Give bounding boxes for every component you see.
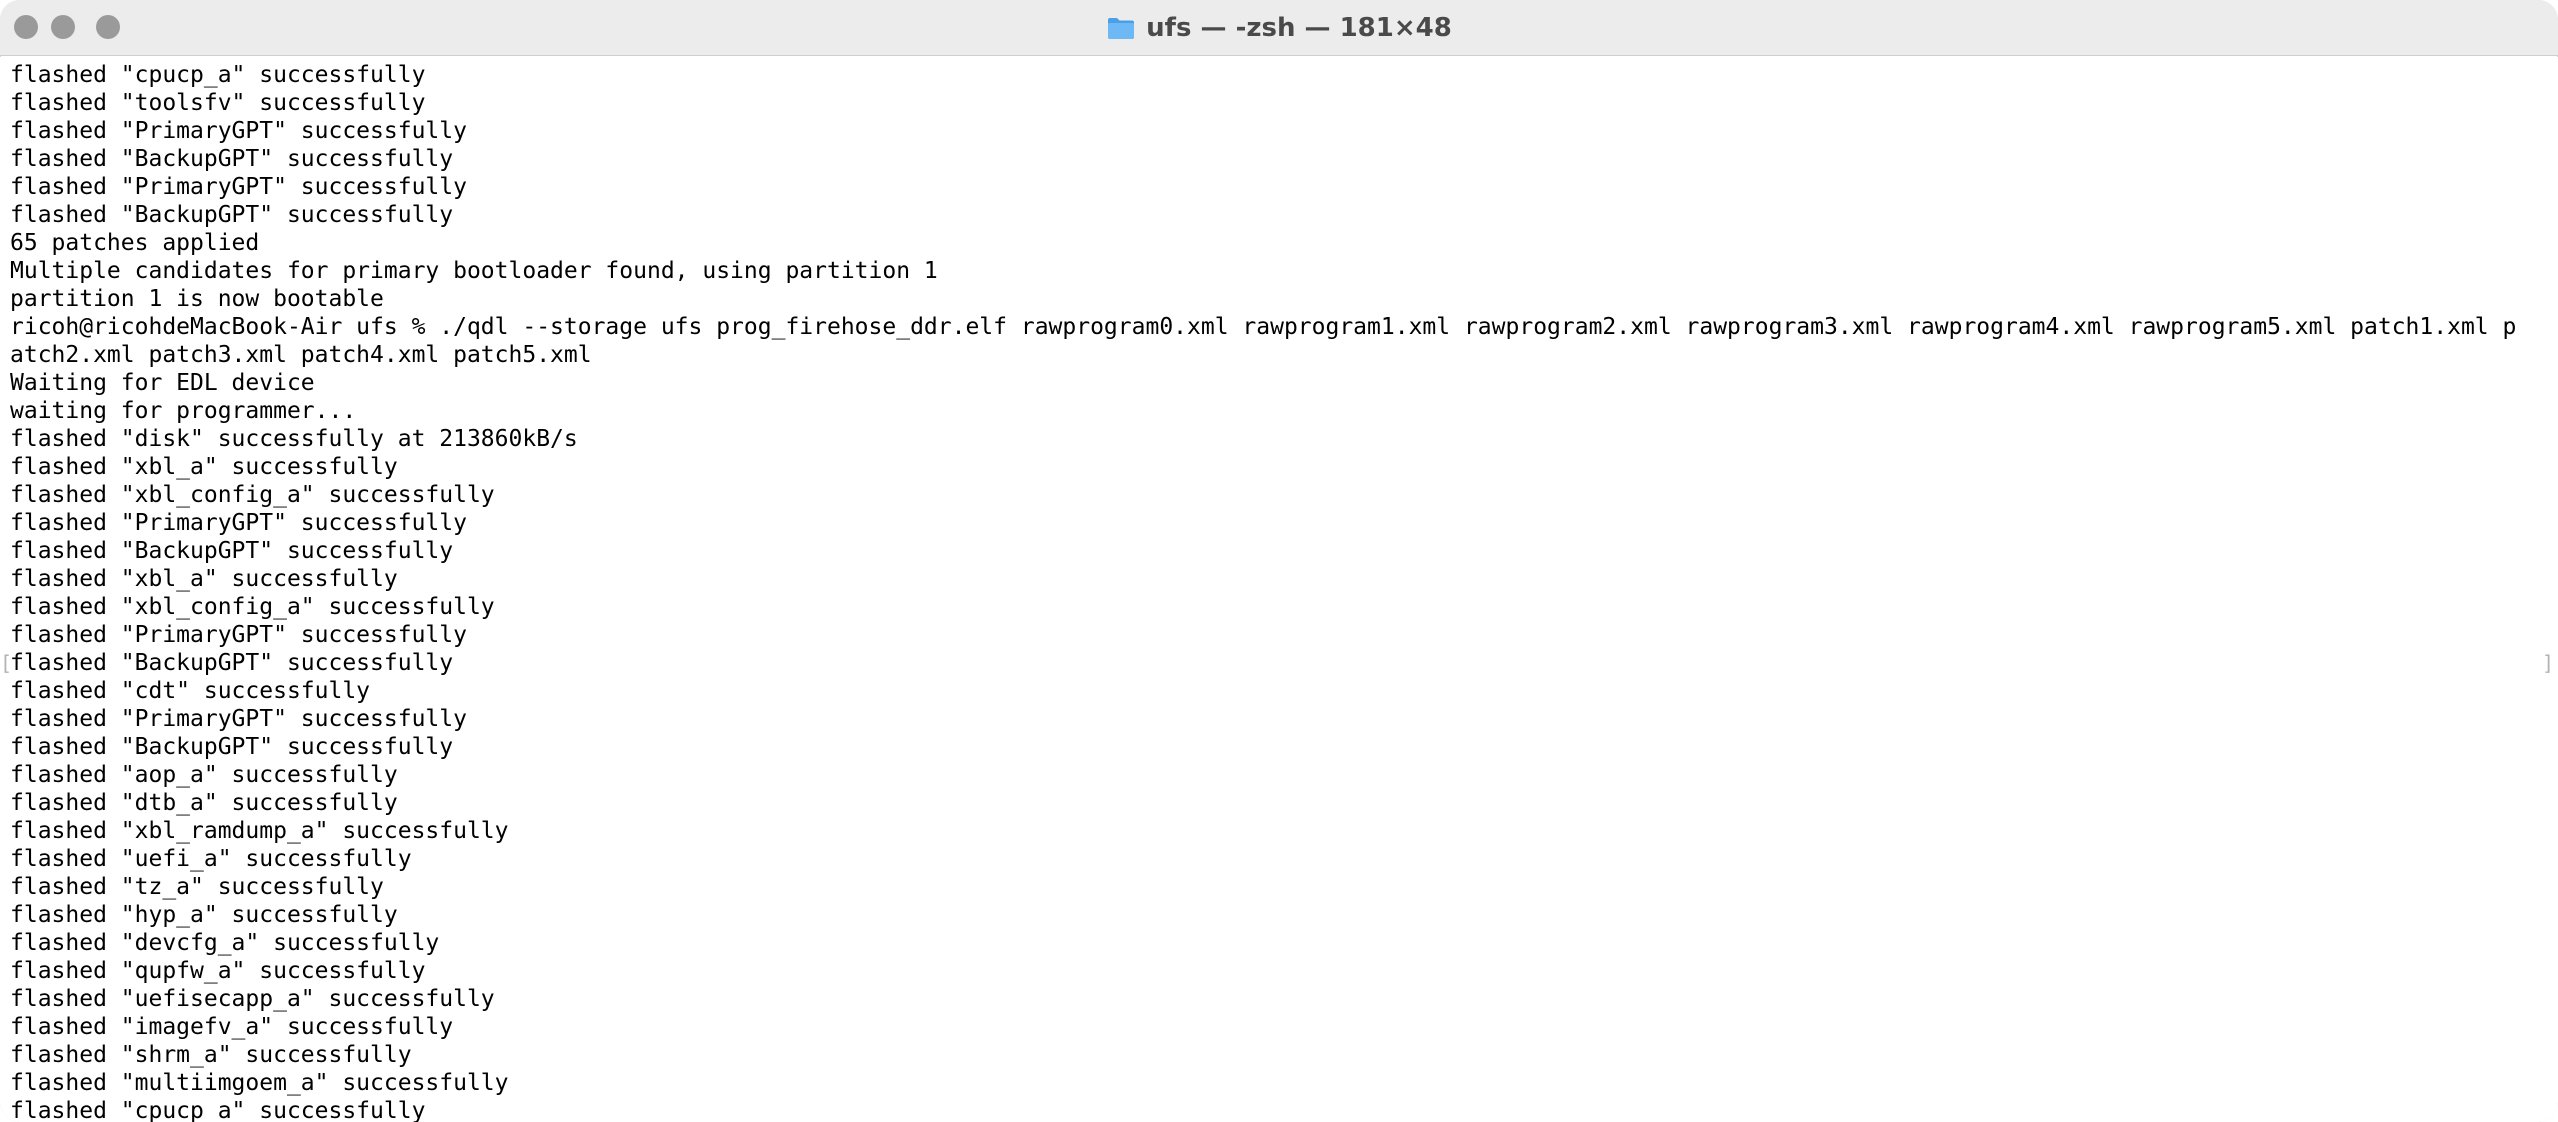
title-bar[interactable]: ufs — -zsh — 181×48	[0, 0, 2558, 56]
terminal-line: flashed "qupfw_a" successfully	[10, 958, 426, 984]
terminal-line: Multiple candidates for primary bootload…	[10, 258, 938, 284]
terminal-line: flashed "PrimaryGPT" successfully	[10, 510, 467, 536]
terminal-line: partition 1 is now bootable	[10, 286, 384, 312]
terminal-line: flashed "toolsfv" successfully	[10, 90, 426, 116]
terminal-output-area[interactable]: [ ] flashed "cpucp_a" successfully flash…	[0, 57, 2558, 1122]
terminal-line: flashed "BackupGPT" successfully	[10, 650, 454, 676]
terminal-line: Waiting for EDL device	[10, 370, 315, 396]
terminal-line: flashed "uefi_a" successfully	[10, 846, 412, 872]
terminal-window: ufs — -zsh — 181×48 [ ] flashed "cpucp_a…	[0, 0, 2558, 1122]
terminal-line: flashed "BackupGPT" successfully	[10, 734, 454, 760]
terminal-line: flashed "disk" successfully at 213860kB/…	[10, 426, 578, 452]
terminal-line: flashed "xbl_a" successfully	[10, 454, 398, 480]
terminal-line: flashed "imagefv_a" successfully	[10, 1014, 454, 1040]
terminal-lines: flashed "cpucp_a" successfully flashed "…	[10, 61, 2516, 1122]
terminal-line: flashed "BackupGPT" successfully	[10, 146, 454, 172]
terminal-line: flashed "PrimaryGPT" successfully	[10, 706, 467, 732]
terminal-line: flashed "multiimgoem_a" successfully	[10, 1070, 509, 1096]
terminal-line: flashed "shrm_a" successfully	[10, 1042, 412, 1068]
terminal-line: flashed "cpucp_a" successfully	[10, 1098, 426, 1122]
terminal-line: flashed "hyp_a" successfully	[10, 902, 398, 928]
terminal-line: flashed "xbl_config_a" successfully	[10, 482, 495, 508]
terminal-line: 65 patches applied	[10, 230, 260, 256]
terminal-line: flashed "dtb_a" successfully	[10, 790, 398, 816]
terminal-line: flashed "xbl_a" successfully	[10, 566, 398, 592]
terminal-line: flashed "devcfg_a" successfully	[10, 930, 440, 956]
window-title-group: ufs — -zsh — 181×48	[0, 0, 2558, 56]
terminal-line: flashed "cpucp_a" successfully	[10, 62, 426, 88]
mark-bracket-right: ]	[2541, 651, 2554, 675]
terminal-line: flashed "PrimaryGPT" successfully	[10, 174, 467, 200]
terminal-command-line: ricoh@ricohdeMacBook-Air ufs % ./qdl --s…	[10, 314, 2517, 340]
terminal-line: flashed "uefisecapp_a" successfully	[10, 986, 495, 1012]
terminal-command-continuation: atch2.xml patch3.xml patch4.xml patch5.x…	[10, 342, 592, 368]
window-title: ufs — -zsh — 181×48	[1146, 13, 1452, 43]
terminal-line: flashed "aop_a" successfully	[10, 762, 398, 788]
terminal-line: flashed "xbl_ramdump_a" successfully	[10, 818, 509, 844]
terminal-line: flashed "xbl_config_a" successfully	[10, 594, 495, 620]
terminal-line: flashed "PrimaryGPT" successfully	[10, 118, 467, 144]
terminal-line: flashed "PrimaryGPT" successfully	[10, 622, 467, 648]
terminal-line: flashed "BackupGPT" successfully	[10, 538, 454, 564]
terminal-line: flashed "cdt" successfully	[10, 678, 371, 704]
terminal-line: flashed "tz_a" successfully	[10, 874, 384, 900]
terminal-line: flashed "BackupGPT" successfully	[10, 202, 454, 228]
folder-icon	[1108, 18, 1135, 39]
terminal-line: waiting for programmer...	[10, 398, 357, 424]
